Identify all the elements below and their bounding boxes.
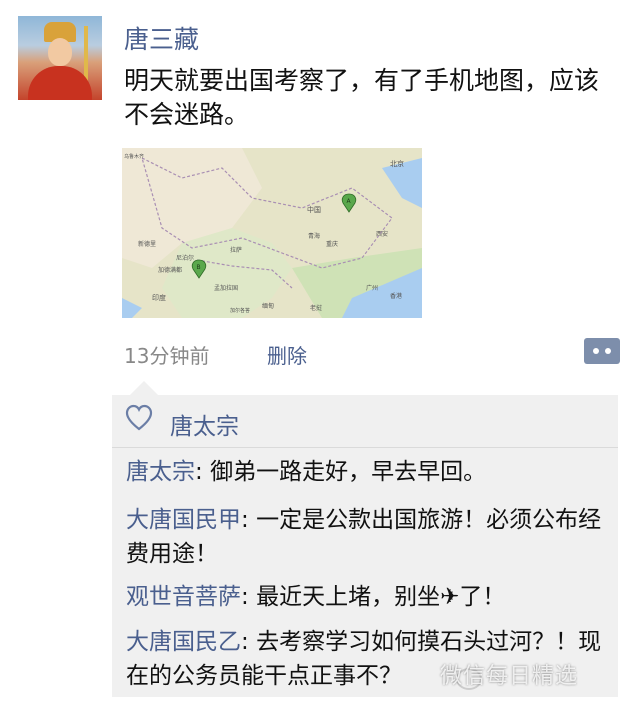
post-author[interactable]: 唐三藏 <box>124 20 199 56</box>
map-label-kathmandu: 加德满都 <box>158 266 182 274</box>
map-label-newdelhi: 新德里 <box>138 240 156 248</box>
post-time: 13分钟前 <box>124 344 210 368</box>
comment-text: 御弟一路走好，早去早回。 <box>210 459 487 485</box>
liker-name[interactable]: 唐太宗 <box>170 407 239 441</box>
map-label-chongqing: 重庆 <box>326 240 338 248</box>
map-label-china: 中国 <box>307 205 321 214</box>
comment-author[interactable]: 大唐国民甲 <box>126 507 241 533</box>
comment-author[interactable]: 唐太宗 <box>126 459 195 485</box>
heart-icon <box>125 404 153 431</box>
map-label-kolkata: 加尔各答 <box>230 307 250 314</box>
avatar-robe <box>28 66 92 100</box>
comment-author[interactable]: 大唐国民乙 <box>126 629 241 655</box>
avatar-face <box>48 38 72 66</box>
map-label-myanmar: 缅甸 <box>262 302 274 310</box>
comment-menu-dot-icon <box>593 348 599 354</box>
map-label-beijing: 北京 <box>390 159 404 168</box>
comment-separator: : <box>195 459 211 485</box>
map-label-india: 印度 <box>152 293 166 302</box>
delete-button[interactable]: 删除 <box>267 340 307 369</box>
comment-menu-dot-icon <box>605 348 611 354</box>
map-label-qinghai: 青海 <box>308 232 320 240</box>
likes-row: 唐太宗 <box>112 395 618 448</box>
map-label-nepal: 尼泊尔 <box>176 254 194 262</box>
comment-separator: : <box>241 629 257 655</box>
map-pin-b-label: B <box>197 264 201 271</box>
comment-menu-button[interactable] <box>584 338 620 364</box>
panel-pointer <box>130 381 158 395</box>
map-image[interactable]: 北京 中国 青海 西安 重庆 拉萨 尼泊尔 新德里 加德满都 孟加拉国 印度 缅… <box>122 148 422 318</box>
avatar[interactable] <box>18 16 102 100</box>
comment-separator: : <box>241 584 257 610</box>
comment-separator: : <box>241 507 257 533</box>
map-label-xian: 西安 <box>376 230 388 238</box>
map-label-guangzhou: 广州 <box>366 284 378 292</box>
map-label-laos: 老挝 <box>310 304 322 312</box>
comment-item[interactable]: 观世音菩萨: 最近天上堵，别坐✈了！ <box>126 580 616 614</box>
map-label-bangladesh: 孟加拉国 <box>214 284 238 292</box>
comment-item[interactable]: 大唐国民甲: 一定是公款出国旅游！必须公布经费用途！ <box>126 503 616 571</box>
post-text: 明天就要出国考察了，有了手机地图，应该不会迷路。 <box>124 66 600 129</box>
map-label-lasa: 拉萨 <box>230 246 242 254</box>
map-label-hongkong: 香港 <box>390 292 402 300</box>
map-label-urumqi: 乌鲁木齐 <box>124 153 144 160</box>
comment-text: 最近天上堵，别坐✈了！ <box>256 584 506 610</box>
comment-item[interactable]: 唐太宗: 御弟一路走好，早去早回。 <box>126 455 616 489</box>
watermark: 微信每日精选 <box>440 664 579 689</box>
comment-author[interactable]: 观世音菩萨 <box>126 584 241 610</box>
